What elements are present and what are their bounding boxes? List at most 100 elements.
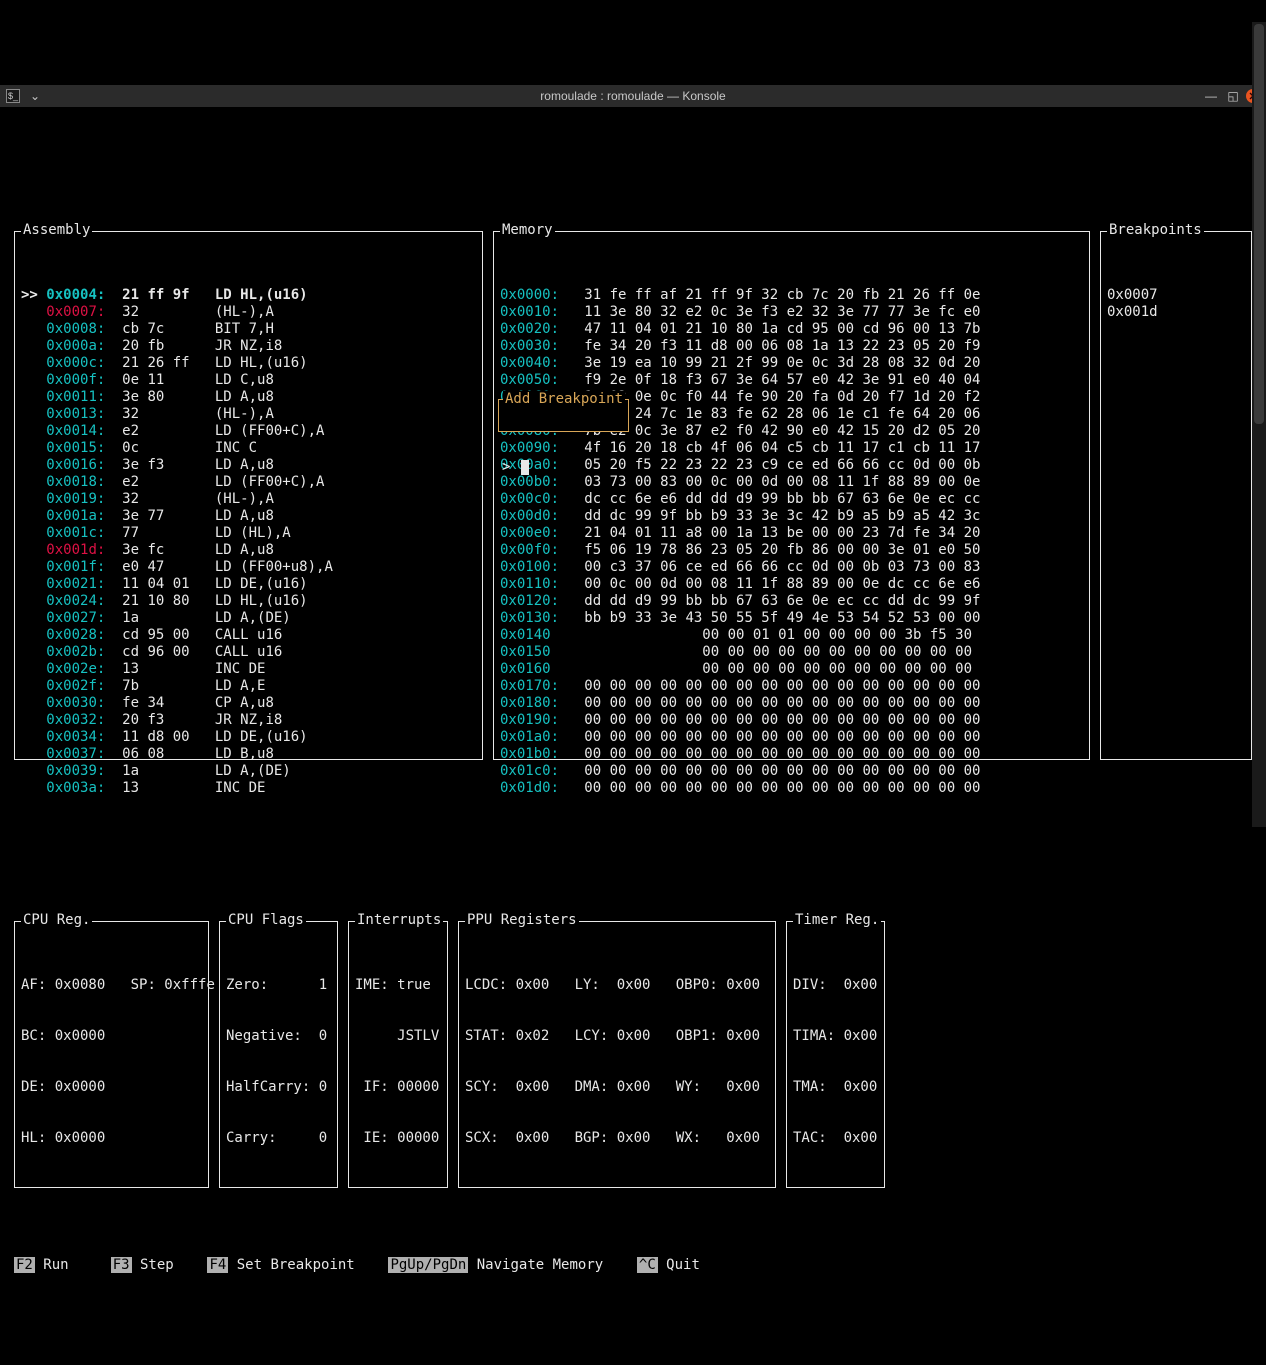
asm-line: 0x0039: 1a LD A,(DE) [21, 763, 476, 780]
mem-line: 0x0190: 00 00 00 00 00 00 00 00 00 00 00… [500, 712, 1083, 729]
reg-af: AF: 0x0080 [21, 977, 105, 993]
asm-line: >> 0x0004: 21 ff 9f LD HL,(u16) [21, 287, 476, 304]
asm-line: 0x000c: 21 26 ff LD HL,(u16) [21, 355, 476, 372]
mem-line: 0x0170: 00 00 00 00 00 00 00 00 00 00 00… [500, 678, 1083, 695]
reg-bc: BC: 0x0000 [21, 1028, 202, 1045]
asm-line: 0x0013: 32 (HL-),A [21, 406, 476, 423]
minimize-button[interactable]: — [1202, 87, 1220, 105]
asm-line: 0x0028: cd 95 00 CALL u16 [21, 627, 476, 644]
asm-line: 0x0007: 32 (HL-),A [21, 304, 476, 321]
mem-line: 0x0000: 31 fe ff af 21 ff 9f 32 cb 7c 20… [500, 287, 1083, 304]
int-ie: IE: 00000 [355, 1130, 441, 1147]
mem-line: 0x00d0: dd dc 99 9f bb b9 33 3e 3c 42 b9… [500, 508, 1083, 525]
timer-div: DIV: 0x00 [793, 977, 878, 994]
terminal-icon: $_ [6, 89, 20, 103]
asm-line: 0x0037: 06 08 LD B,u8 [21, 746, 476, 763]
mem-line: 0x0100: 00 c3 37 06 ce ed 66 66 cc 0d 00… [500, 559, 1083, 576]
assembly-title: Assembly [21, 222, 92, 239]
breakpoint-entry: 0x0007 [1107, 287, 1245, 304]
int-hdr: JSTLV [355, 1028, 441, 1045]
mem-line: 0x01a0: 00 00 00 00 00 00 00 00 00 00 00… [500, 729, 1083, 746]
asm-line: 0x003a: 13 INC DE [21, 780, 476, 797]
reg-hl: HL: 0x0000 [21, 1130, 202, 1147]
reg-sp: SP: 0xfffe [131, 977, 215, 993]
ppu-row-0: LCDC: 0x00 LY: 0x00 OBP0: 0x00 [465, 977, 769, 994]
mem-line: 0x0020: 47 11 04 01 21 10 80 1a cd 95 00… [500, 321, 1083, 338]
ppu-title: PPU Registers [465, 912, 579, 929]
assembly-panel: Assembly >> 0x0004: 21 ff 9f LD HL,(u16)… [14, 231, 483, 760]
interrupts-panel: Interrupts IME: true JSTLV IF: 00000 IE:… [348, 921, 448, 1188]
asm-line: 0x001d: 3e fc LD A,u8 [21, 542, 476, 559]
key-ctrl-c: ^C [637, 1257, 658, 1273]
asm-line: 0x0011: 3e 80 LD A,u8 [21, 389, 476, 406]
flag-zero: Zero: 1 [226, 977, 331, 994]
flag-hc: HalfCarry: 0 [226, 1079, 331, 1096]
mem-line: 0x0160 00 00 00 00 00 00 00 00 00 00 00 [500, 661, 1083, 678]
key-pgupdn: PgUp/PgDn [388, 1257, 468, 1273]
mem-line: 0x00e0: 21 04 01 11 a8 00 1a 13 be 00 00… [500, 525, 1083, 542]
cpu-reg-title: CPU Reg. [21, 912, 92, 929]
popup-prompt: > [502, 459, 519, 475]
asm-line: 0x0024: 21 10 80 LD HL,(u16) [21, 593, 476, 610]
mem-line: 0x0010: 11 3e 80 32 e2 0c 3e f3 e2 32 3e… [500, 304, 1083, 321]
timer-tma: TMA: 0x00 [793, 1079, 878, 1096]
mem-line: 0x0050: f9 2e 0f 18 f3 67 3e 64 57 e0 42… [500, 372, 1083, 389]
window-title: romoulade : romoulade — Konsole [0, 88, 1266, 105]
flag-neg: Negative: 0 [226, 1028, 331, 1045]
scroll-thumb[interactable] [1254, 24, 1264, 424]
reg-de: DE: 0x0000 [21, 1079, 202, 1096]
asm-line: 0x0016: 3e f3 LD A,u8 [21, 457, 476, 474]
scrollbar[interactable] [1252, 22, 1266, 827]
add-breakpoint-popup[interactable]: Add Breakpoint > [498, 399, 629, 432]
asm-line: 0x000f: 0e 11 LD C,u8 [21, 372, 476, 389]
timer-tima: TIMA: 0x00 [793, 1028, 878, 1045]
asm-line: 0x0021: 11 04 01 LD DE,(u16) [21, 576, 476, 593]
mem-line: 0x00f0: f5 06 19 78 86 23 05 20 fb 86 00… [500, 542, 1083, 559]
asm-line: 0x0008: cb 7c BIT 7,H [21, 321, 476, 338]
label-step: Step [132, 1257, 208, 1273]
add-breakpoint-title: Add Breakpoint [503, 391, 625, 408]
keybindings-footer: F2 Run F3 Step F4 Set Breakpoint PgUp/Pg… [14, 1257, 1252, 1274]
menu-dropdown-icon[interactable]: ⌄ [26, 87, 44, 105]
asm-line: 0x0018: e2 LD (FF00+C),A [21, 474, 476, 491]
ppu-row-3: SCX: 0x00 BGP: 0x00 WX: 0x00 [465, 1130, 769, 1147]
timer-tac: TAC: 0x00 [793, 1130, 878, 1147]
mem-line: 0x0040: 3e 19 ea 10 99 21 2f 99 0e 0c 3d… [500, 355, 1083, 372]
asm-line: 0x001f: e0 47 LD (FF00+u8),A [21, 559, 476, 576]
cpu-reg-panel: CPU Reg. AF: 0x0080 SP: 0xfffe BC: 0x000… [14, 921, 209, 1188]
asm-line: 0x002f: 7b LD A,E [21, 678, 476, 695]
mem-line: 0x0140 00 00 01 01 00 00 00 00 3b f5 30 [500, 627, 1083, 644]
asm-line: 0x000a: 20 fb JR NZ,i8 [21, 338, 476, 355]
mem-line: 0x0180: 00 00 00 00 00 00 00 00 00 00 00… [500, 695, 1083, 712]
breakpoints-panel: Breakpoints 0x00070x001d [1100, 231, 1252, 760]
text-cursor-icon [521, 460, 529, 475]
timer-title: Timer Reg. [793, 912, 881, 929]
breakpoints-title: Breakpoints [1107, 222, 1204, 239]
int-ime: IME: true [355, 977, 441, 994]
asm-line: 0x002e: 13 INC DE [21, 661, 476, 678]
interrupts-title: Interrupts [355, 912, 443, 929]
asm-line: 0x001a: 3e 77 LD A,u8 [21, 508, 476, 525]
label-quit: Quit [658, 1257, 700, 1273]
asm-line: 0x0015: 0c INC C [21, 440, 476, 457]
asm-line: 0x001c: 77 LD (HL),A [21, 525, 476, 542]
mem-line: 0x0030: fe 34 20 f3 11 d8 00 06 08 1a 13… [500, 338, 1083, 355]
key-f3: F3 [111, 1257, 132, 1273]
memory-title: Memory [500, 222, 555, 239]
mem-line: 0x0130: bb b9 33 3e 43 50 55 5f 49 4e 53… [500, 610, 1083, 627]
label-run: Run [35, 1257, 111, 1273]
mem-line: 0x0150 00 00 00 00 00 00 00 00 00 00 00 [500, 644, 1083, 661]
int-if: IF: 00000 [355, 1079, 441, 1096]
timer-panel: Timer Reg. DIV: 0x00 TIMA: 0x00 TMA: 0x0… [786, 921, 885, 1188]
maximize-button[interactable]: ◱ [1224, 87, 1242, 105]
mem-line: 0x0120: dd dd d9 99 bb bb 67 63 6e 0e ec… [500, 593, 1083, 610]
key-f2: F2 [14, 1257, 35, 1273]
asm-line: 0x0030: fe 34 CP A,u8 [21, 695, 476, 712]
asm-line: 0x0034: 11 d8 00 LD DE,(u16) [21, 729, 476, 746]
titlebar: $_ ⌄ romoulade : romoulade — Konsole — ◱ [0, 85, 1266, 107]
asm-line: 0x0027: 1a LD A,(DE) [21, 610, 476, 627]
mem-line: 0x01c0: 00 00 00 00 00 00 00 00 00 00 00… [500, 763, 1083, 780]
ppu-row-2: SCY: 0x00 DMA: 0x00 WY: 0x00 [465, 1079, 769, 1096]
mem-line: 0x01b0: 00 00 00 00 00 00 00 00 00 00 00… [500, 746, 1083, 763]
mem-line: 0x01d0: 00 00 00 00 00 00 00 00 00 00 00… [500, 780, 1083, 797]
